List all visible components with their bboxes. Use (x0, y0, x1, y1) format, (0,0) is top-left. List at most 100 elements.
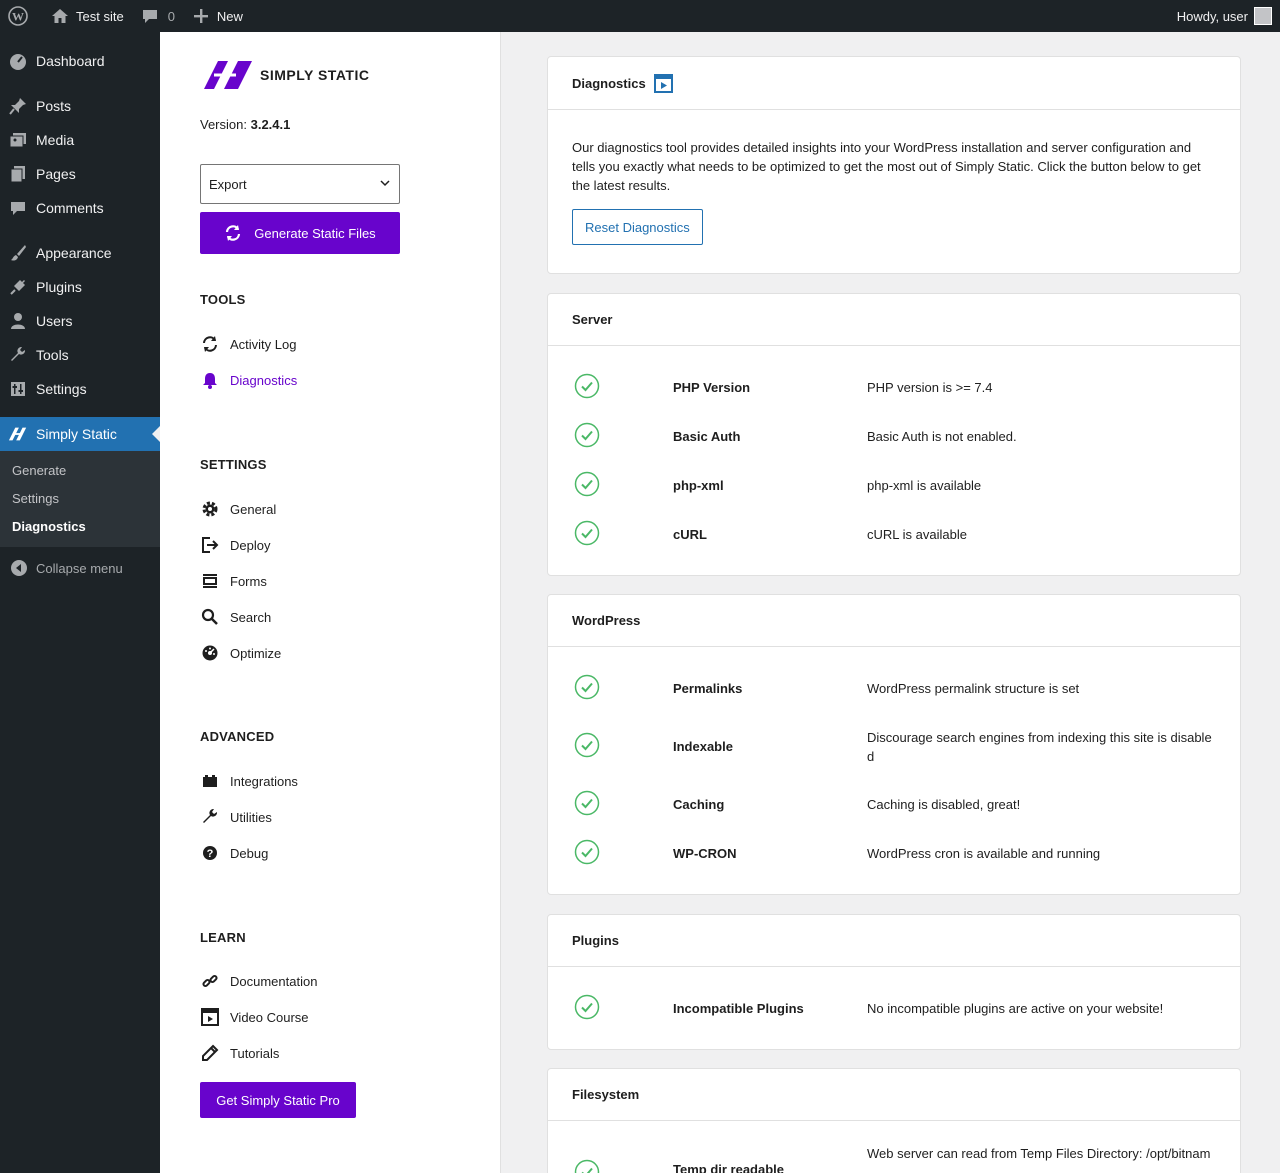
video-icon[interactable] (653, 73, 673, 93)
nav-optimize[interactable]: Optimize (200, 641, 281, 665)
version-info: Version: 3.2.4.1 (200, 117, 290, 132)
refresh-icon (224, 224, 242, 242)
wp-logo-button[interactable]: W (0, 0, 42, 32)
menu-label: Tools (36, 347, 69, 363)
menu-item-settings[interactable]: Settings (0, 372, 160, 406)
check-icon (574, 471, 600, 500)
diagnostics-card: Diagnostics Our diagnostics tool provide… (547, 56, 1241, 274)
row-value: Basic Auth is not enabled. (867, 429, 1017, 444)
nav-forms[interactable]: Forms (200, 569, 267, 593)
new-content-link[interactable]: New (183, 0, 251, 32)
table-row: php-xml php-xml is available (572, 461, 1216, 510)
menu-label: Settings (36, 381, 87, 397)
menu-label: Appearance (36, 245, 112, 261)
wordpress-header: WordPress (548, 595, 1240, 647)
table-row: Caching Caching is disabled, great! (572, 780, 1216, 829)
admin-menu: Dashboard Posts Media Pages Comments App… (0, 32, 160, 1173)
simply-static-icon (8, 424, 28, 444)
nav-label: Deploy (230, 537, 271, 553)
diagnostics-title: Diagnostics (572, 75, 646, 91)
nav-activity-log[interactable]: Activity Log (200, 332, 296, 356)
collapse-label: Collapse menu (36, 560, 123, 576)
pencil-icon (200, 1043, 220, 1063)
table-row: WP-CRON WordPress cron is available and … (572, 829, 1216, 878)
check-icon (574, 422, 600, 451)
gear-icon (200, 499, 220, 519)
nav-label: Search (230, 609, 272, 625)
check-icon (574, 994, 600, 1023)
menu-item-plugins[interactable]: Plugins (0, 270, 160, 304)
plug-icon (8, 277, 28, 297)
site-name-link[interactable]: Test site (42, 0, 132, 32)
svg-text:W: W (12, 10, 24, 24)
home-icon (50, 6, 70, 26)
exit-icon (200, 535, 220, 555)
row-label: Basic Auth (673, 429, 741, 444)
nav-tutorials[interactable]: Tutorials (200, 1041, 279, 1065)
bell-icon (200, 370, 220, 390)
generate-type-select[interactable]: Export (200, 164, 400, 204)
menu-item-media[interactable]: Media (0, 123, 160, 157)
row-value: WordPress cron is available and running (867, 846, 1101, 861)
howdy-text: Howdy, user (1176, 8, 1248, 24)
my-account[interactable]: Howdy, user (1177, 7, 1280, 25)
chevron-down-icon (379, 177, 391, 192)
menu-item-dashboard[interactable]: Dashboard (0, 44, 160, 78)
select-value: Export (209, 176, 247, 192)
version-label: Version: (200, 117, 247, 132)
submenu-generate[interactable]: Generate (0, 457, 160, 485)
filesystem-card: Filesystem Temp dir readable Web server … (547, 1068, 1241, 1173)
submenu-diagnostics[interactable]: Diagnostics (0, 513, 160, 541)
tools-section-title: TOOLS (200, 292, 246, 307)
nav-label: Tutorials (230, 1045, 280, 1061)
comments-link[interactable]: 0 (132, 0, 183, 32)
diagnostics-description: Our diagnostics tool provides detailed i… (572, 140, 1201, 193)
server-card: Server PHP Version PHP version is >= 7.4… (547, 293, 1241, 576)
server-header: Server (548, 294, 1240, 346)
nav-search[interactable]: Search (200, 605, 271, 629)
row-label: Permalinks (673, 681, 743, 696)
form-icon (200, 571, 220, 591)
nav-general[interactable]: General (200, 497, 276, 521)
refresh-icon (200, 334, 220, 354)
nav-diagnostics[interactable]: Diagnostics (200, 368, 297, 392)
row-value: php-xml is available (867, 478, 982, 493)
reset-diagnostics-button[interactable]: Reset Diagnostics (572, 209, 703, 245)
nav-integrations[interactable]: Integrations (200, 769, 298, 793)
row-value: cURL is available (867, 527, 967, 542)
settings-section-title: SETTINGS (200, 457, 267, 472)
nav-video-course[interactable]: Video Course (200, 1005, 309, 1029)
comments-count: 0 (167, 8, 175, 24)
menu-item-pages[interactable]: Pages (0, 157, 160, 191)
menu-item-simply-static[interactable]: Simply Static (0, 417, 160, 451)
menu-item-posts[interactable]: Posts (0, 89, 160, 123)
row-value: No incompatible plugins are active on yo… (867, 1001, 1164, 1016)
menu-item-users[interactable]: Users (0, 304, 160, 338)
nav-debug[interactable]: ? Debug (200, 841, 268, 865)
learn-section-title: LEARN (200, 930, 246, 945)
comment-icon (8, 198, 28, 218)
dashboard-icon (8, 51, 28, 71)
generate-static-files-button[interactable]: Generate Static Files (200, 212, 400, 254)
new-label: New (216, 8, 243, 24)
simply-static-logo: SIMPLY STATIC (204, 60, 369, 90)
menu-item-tools[interactable]: Tools (0, 338, 160, 372)
row-label: Indexable (673, 739, 733, 754)
menu-item-comments[interactable]: Comments (0, 191, 160, 225)
nav-deploy[interactable]: Deploy (200, 533, 270, 557)
link-icon (200, 971, 220, 991)
menu-item-appearance[interactable]: Appearance (0, 236, 160, 270)
collapse-icon (10, 559, 28, 577)
nav-label: Integrations (230, 773, 298, 789)
collapse-menu-button[interactable]: Collapse menu (0, 551, 160, 585)
user-icon (8, 311, 28, 331)
nav-documentation[interactable]: Documentation (200, 969, 317, 993)
table-row: PHP Version PHP version is >= 7.4 (572, 363, 1216, 412)
comment-icon (140, 6, 160, 26)
avatar (1254, 7, 1272, 25)
submenu-settings[interactable]: Settings (0, 485, 160, 513)
get-pro-button[interactable]: Get Simply Static Pro (200, 1082, 356, 1118)
row-label: php-xml (673, 478, 724, 493)
check-icon (574, 520, 600, 549)
nav-utilities[interactable]: Utilities (200, 805, 272, 829)
